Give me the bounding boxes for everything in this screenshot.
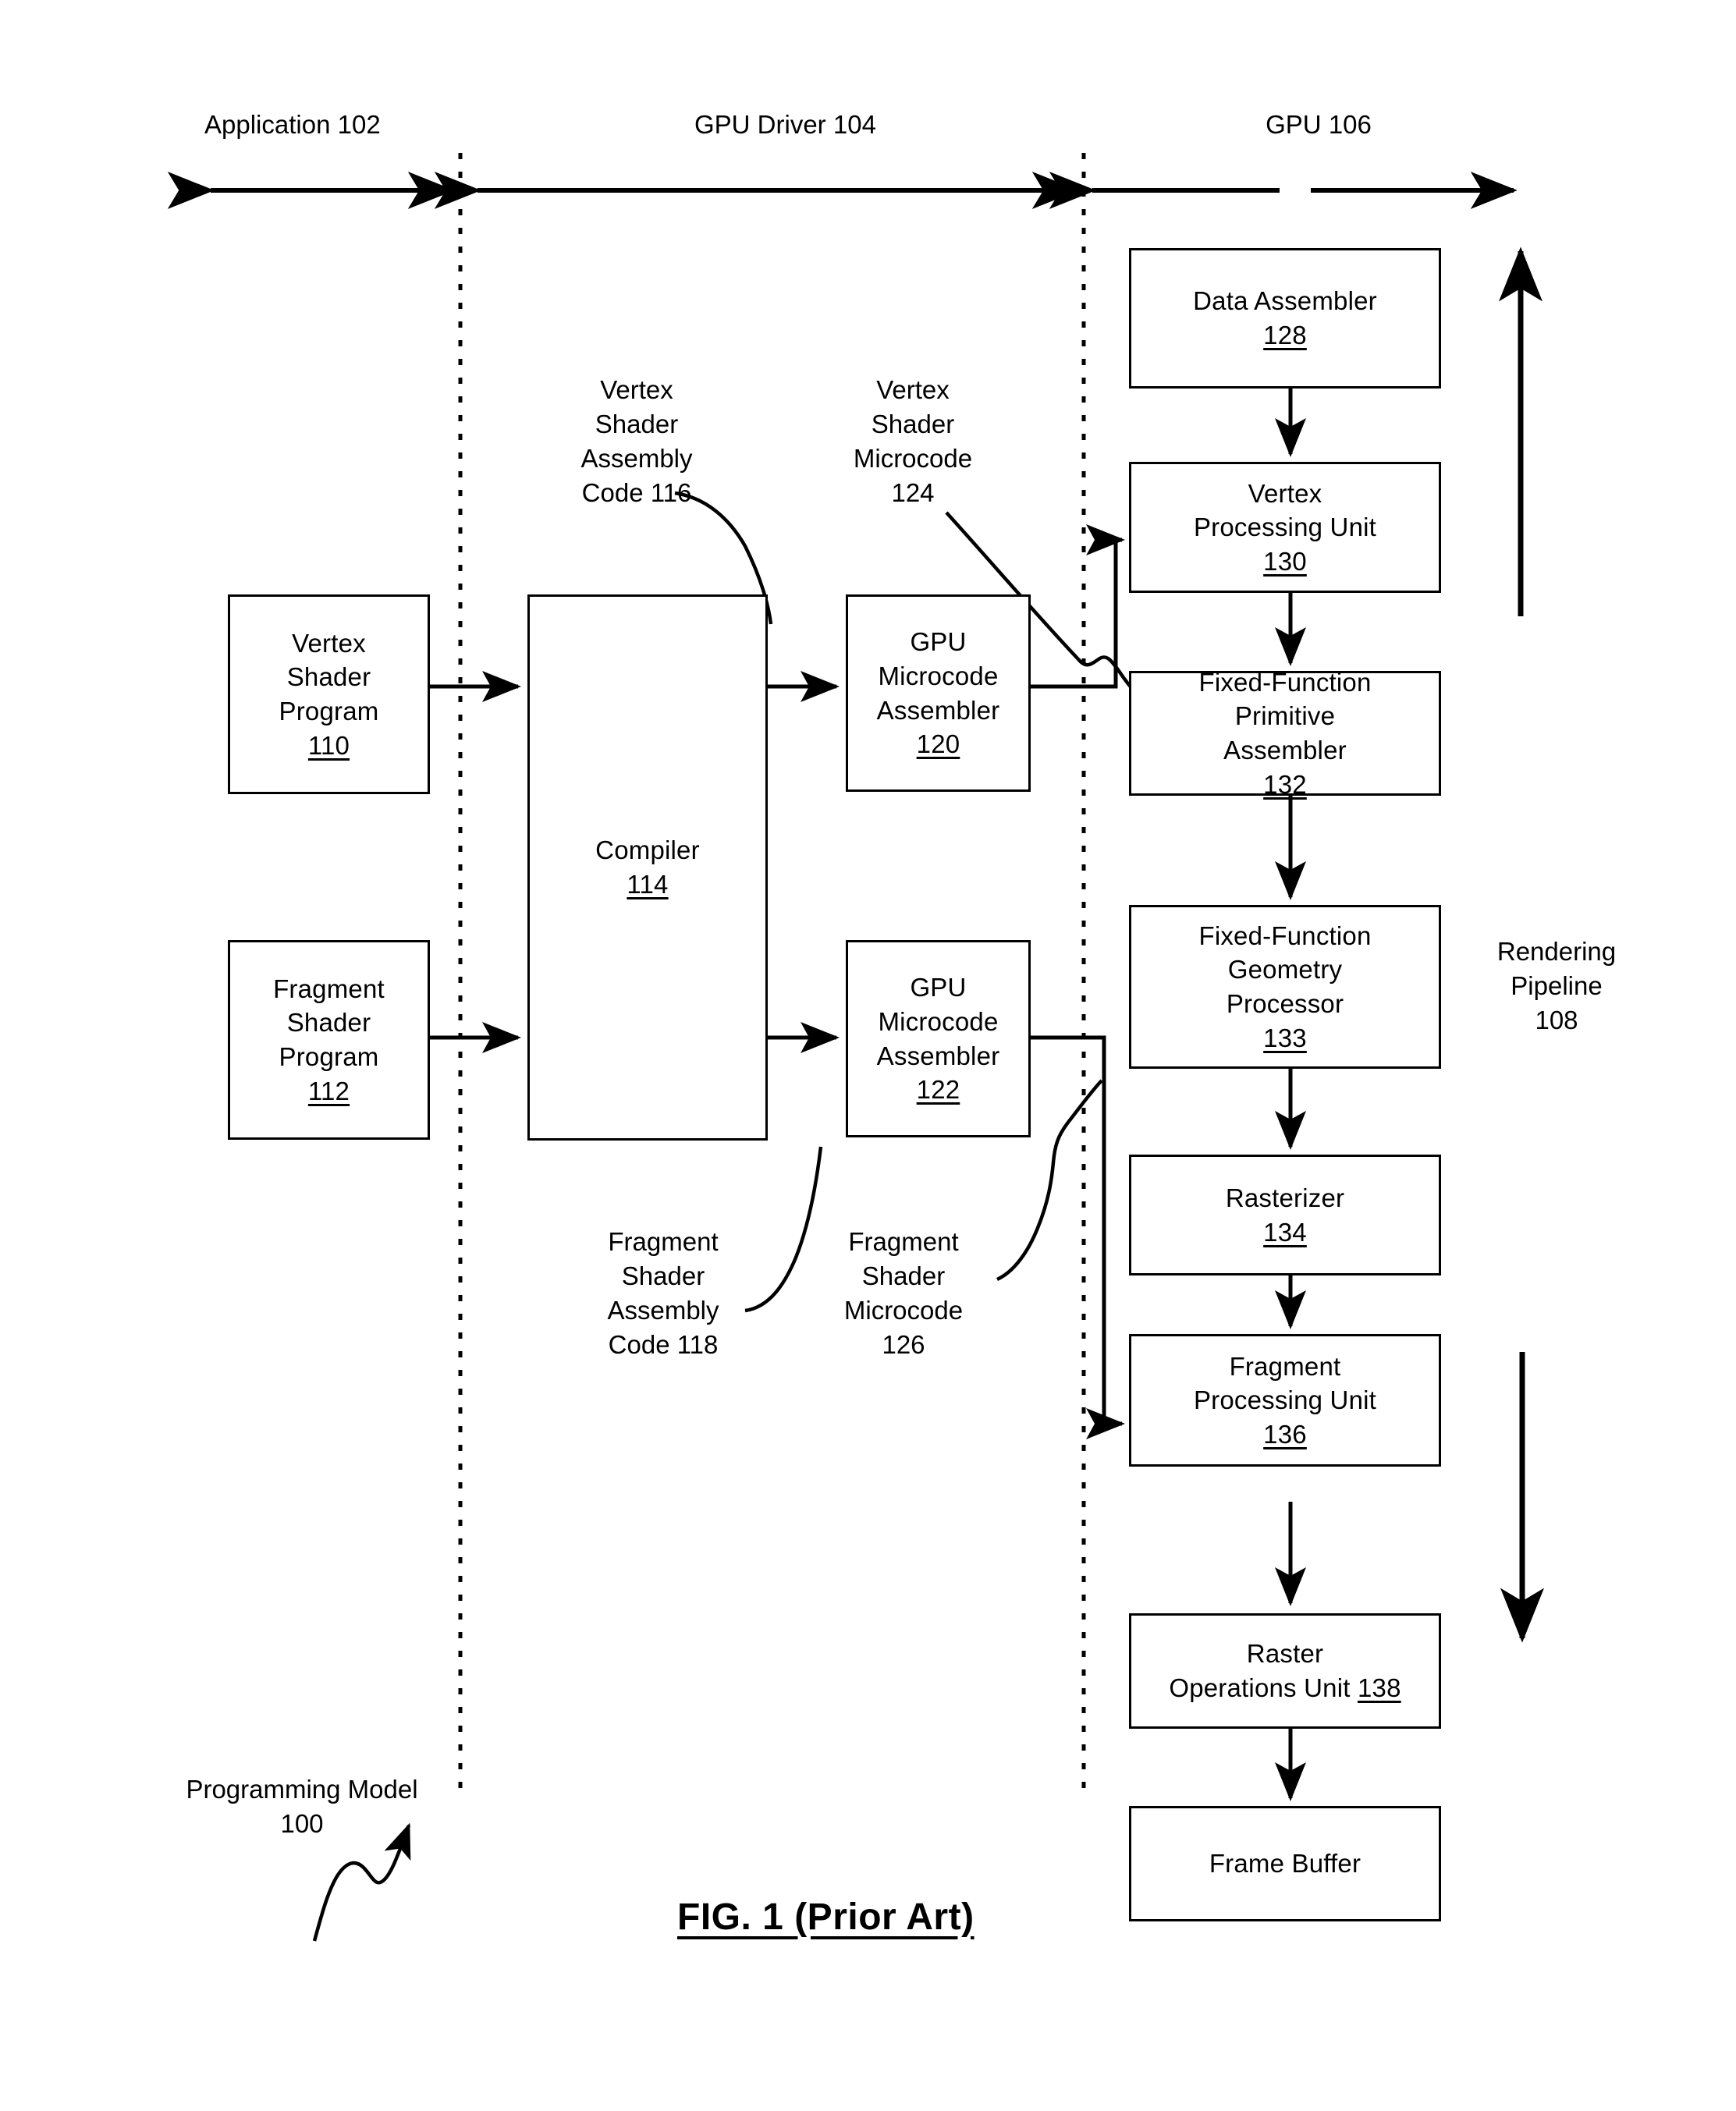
patent-figure-page: Application 102 GPU Driver 104 GPU 106 V…	[0, 0, 1736, 2111]
node-fragment-processing-unit-number: 136	[1263, 1419, 1307, 1449]
node-rasterizer[interactable]: Rasterizer 134	[1129, 1155, 1441, 1275]
annotation-fsm-line3: Microcode	[843, 1295, 964, 1325]
node-rasterizer-line1: Rasterizer	[1225, 1183, 1345, 1212]
node-fragment-shader-program-line3: Program	[279, 1042, 379, 1071]
path-assembler120-to-vertex-processing-unit	[1031, 524, 1126, 689]
node-vertex-processing-unit[interactable]: Vertex Processing Unit 130	[1129, 462, 1441, 593]
annotation-vsm-line4: 124	[891, 477, 935, 507]
node-vertex-processing-unit-number: 130	[1263, 546, 1307, 576]
node-compiler-line1: Compiler	[595, 836, 700, 865]
leader-programming-model	[312, 1822, 411, 1942]
annotation-vsm-line1: Vertex	[876, 375, 950, 404]
path-assembler122-to-fragment-processing-unit	[1031, 1035, 1126, 1439]
column-header-gpu-driver-title: GPU Driver	[694, 110, 826, 139]
node-gpu-microcode-assembler-120-line3: Assembler	[876, 695, 1000, 725]
node-fixed-function-primitive-assembler-number: 132	[1263, 769, 1307, 799]
node-fixed-function-primitive-assembler[interactable]: Fixed-Function Primitive Assembler 132	[1129, 668, 1441, 799]
figure-caption: FIG. 1 (Prior Art)	[677, 1896, 975, 1938]
annotation-fsac-line3: Assembly	[607, 1295, 719, 1325]
node-data-assembler[interactable]: Data Assembler 128	[1129, 248, 1441, 388]
annotation-fsac-line1: Fragment	[608, 1227, 719, 1256]
annotation-vsac-line4: Code 116	[581, 477, 692, 507]
annotation-vertex-shader-microcode: Vertex Shader Microcode 124	[827, 373, 999, 510]
column-header-gpu-number: 106	[1328, 110, 1372, 139]
node-data-assembler-number: 128	[1263, 321, 1307, 349]
node-raster-operations-unit-line2-prefix: Operations Unit	[1169, 1673, 1358, 1702]
node-fragment-shader-program-line2: Shader	[286, 1008, 371, 1038]
node-compiler-number: 114	[627, 870, 669, 899]
annotation-fsm-line2: Shader	[861, 1261, 946, 1290]
annotation-rendering-pipeline-line2: Pipeline	[1511, 970, 1603, 1000]
node-fragment-processing-unit-line2: Processing Unit	[1193, 1385, 1377, 1415]
leader-fragment-shader-assembly-code	[744, 1146, 823, 1313]
annotation-fsm-line1: Fragment	[848, 1227, 959, 1256]
annotation-rendering-pipeline-line3: 108	[1535, 1005, 1578, 1034]
node-vertex-shader-program-number: 110	[307, 730, 350, 760]
column-header-gpu-driver-number: 104	[832, 110, 876, 139]
node-vertex-shader-program-line1: Vertex	[292, 628, 366, 658]
node-gpu-microcode-assembler-120-line1: GPU	[910, 627, 967, 657]
annotation-rendering-pipeline: Rendering Pipeline 108	[1459, 935, 1654, 1038]
column-header-application-number: 102	[337, 110, 381, 139]
annotation-programming-model-line2: 100	[280, 1808, 324, 1838]
column-header-gpu-title: GPU	[1266, 110, 1322, 139]
column-header-gpu-driver: GPU Driver 104	[694, 108, 876, 142]
annotation-vsac-line2: Shader	[595, 409, 679, 438]
node-fragment-shader-program-line1: Fragment	[273, 974, 385, 1003]
node-gpu-microcode-assembler-122-line3: Assembler	[876, 1041, 1000, 1070]
node-fixed-function-geometry-processor-line3: Processor	[1226, 989, 1344, 1018]
node-fixed-function-primitive-assembler-line1: Fixed-Function	[1198, 667, 1372, 697]
node-fixed-function-geometry-processor[interactable]: Fixed-Function Geometry Processor 133	[1129, 905, 1441, 1069]
node-fragment-processing-unit[interactable]: Fragment Processing Unit 136	[1129, 1334, 1441, 1467]
node-gpu-microcode-assembler-120-line2: Microcode	[878, 661, 999, 690]
node-raster-operations-unit-number: 138	[1357, 1673, 1401, 1702]
annotation-vsm-line2: Shader	[871, 409, 955, 438]
annotation-fsac-line2: Shader	[621, 1261, 705, 1290]
node-gpu-microcode-assembler-120[interactable]: GPU Microcode Assembler 120	[846, 594, 1031, 792]
column-header-gpu: GPU 106	[1237, 108, 1401, 142]
node-fixed-function-geometry-processor-line2: Geometry	[1227, 955, 1343, 985]
annotation-vsac-line3: Assembly	[580, 443, 693, 473]
annotation-vsac-line1: Vertex	[600, 375, 673, 404]
node-frame-buffer-line1: Frame Buffer	[1209, 1849, 1361, 1879]
node-compiler[interactable]: Compiler 114	[527, 594, 768, 1141]
node-fragment-processing-unit-line1: Fragment	[1229, 1351, 1341, 1381]
node-fixed-function-primitive-assembler-line3: Assembler	[1223, 736, 1347, 765]
annotation-vertex-shader-assembly-code: Vertex Shader Assembly Code 116	[551, 373, 722, 510]
node-raster-operations-unit[interactable]: Raster Operations Unit 138	[1129, 1613, 1441, 1729]
node-fixed-function-primitive-assembler-line2: Primitive	[1234, 701, 1336, 731]
annotation-fragment-shader-microcode: Fragment Shader Microcode 126	[818, 1225, 989, 1362]
node-vertex-shader-program-line3: Program	[279, 697, 379, 726]
annotation-vsm-line3: Microcode	[853, 443, 973, 473]
node-vertex-processing-unit-line2: Processing Unit	[1193, 513, 1377, 542]
node-raster-operations-unit-line1: Raster	[1246, 1639, 1324, 1669]
node-data-assembler-line1: Data Assembler	[1193, 286, 1377, 316]
node-gpu-microcode-assembler-120-number: 120	[916, 729, 960, 759]
node-vertex-shader-program-line2: Shader	[286, 662, 371, 692]
annotation-programming-model-line1: Programming Model	[186, 1775, 418, 1804]
node-fragment-shader-program[interactable]: Fragment Shader Program 112	[228, 940, 430, 1140]
node-fixed-function-geometry-processor-number: 133	[1263, 1023, 1307, 1052]
node-gpu-microcode-assembler-122[interactable]: GPU Microcode Assembler 122	[846, 940, 1031, 1137]
node-gpu-microcode-assembler-122-line2: Microcode	[878, 1006, 999, 1036]
node-frame-buffer[interactable]: Frame Buffer	[1129, 1806, 1441, 1921]
node-raster-operations-unit-line2: Operations Unit 138	[1169, 1671, 1401, 1705]
annotation-rendering-pipeline-line1: Rendering	[1496, 937, 1617, 966]
node-fixed-function-geometry-processor-line1: Fixed-Function	[1198, 921, 1372, 950]
annotation-programming-model: Programming Model 100	[173, 1772, 431, 1841]
node-gpu-microcode-assembler-122-number: 122	[916, 1075, 960, 1105]
node-fragment-shader-program-number: 112	[307, 1076, 350, 1105]
node-rasterizer-number: 134	[1263, 1217, 1307, 1247]
node-vertex-processing-unit-line1: Vertex	[1248, 478, 1322, 508]
node-vertex-shader-program[interactable]: Vertex Shader Program 110	[228, 594, 430, 794]
annotation-fragment-shader-assembly-code: Fragment Shader Assembly Code 118	[577, 1225, 749, 1362]
annotation-fsm-line4: 126	[882, 1329, 925, 1359]
column-header-application-title: Application	[204, 110, 331, 139]
column-header-application: Application 102	[204, 108, 381, 142]
annotation-fsac-line4: Code 118	[608, 1329, 719, 1359]
node-gpu-microcode-assembler-122-line1: GPU	[910, 973, 967, 1002]
